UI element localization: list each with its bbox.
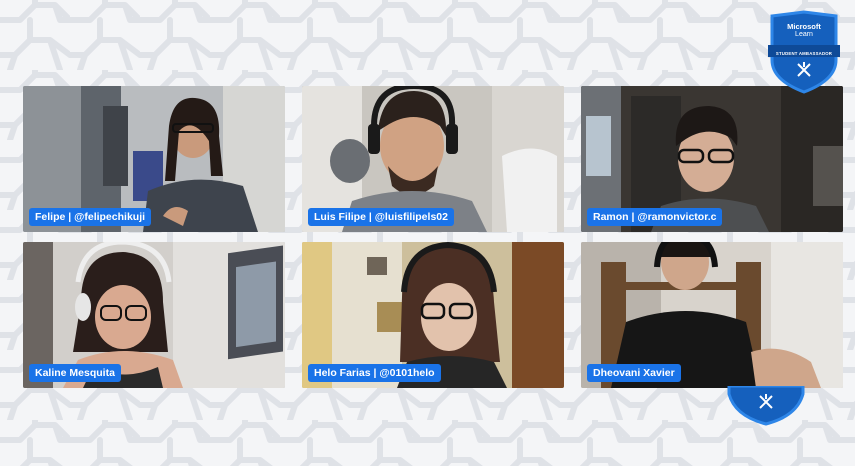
video-tile-helo-farias[interactable]: Helo Farias | @0101helo — [302, 242, 564, 388]
participant-name-tag: Dheovani Xavier — [587, 363, 681, 382]
video-tile-kaline-mesquita[interactable]: Kaline Mesquita — [23, 242, 285, 388]
video-tile-luis-filipe[interactable]: Luis Filipe | @luisfilipels02 — [302, 86, 564, 232]
video-tile-dheovani-xavier[interactable]: Dheovani Xavier — [581, 242, 843, 388]
shield-logo-icon — [727, 386, 805, 426]
video-tile-ramon[interactable]: Ramon | @ramonvictor.c — [581, 86, 843, 232]
video-tile-felipe[interactable]: Felipe | @felipechikuji — [23, 86, 285, 232]
badge-title: Microsoft — [787, 22, 821, 31]
participant-name-tag: Kaline Mesquita — [29, 363, 121, 382]
badge-subtitle: Learn — [795, 31, 813, 38]
student-ambassador-badge: Microsoft Learn STUDENT AMBASSADOR — [766, 10, 842, 94]
participant-name-tag: Luis Filipe | @luisfilipels02 — [308, 207, 454, 226]
participant-name-tag: Ramon | @ramonvictor.c — [587, 207, 723, 226]
participant-name-tag: Helo Farias | @0101helo — [308, 363, 441, 382]
participant-name-tag: Felipe | @felipechikuji — [29, 207, 152, 226]
badge-ribbon-text: STUDENT AMBASSADOR — [775, 51, 833, 56]
